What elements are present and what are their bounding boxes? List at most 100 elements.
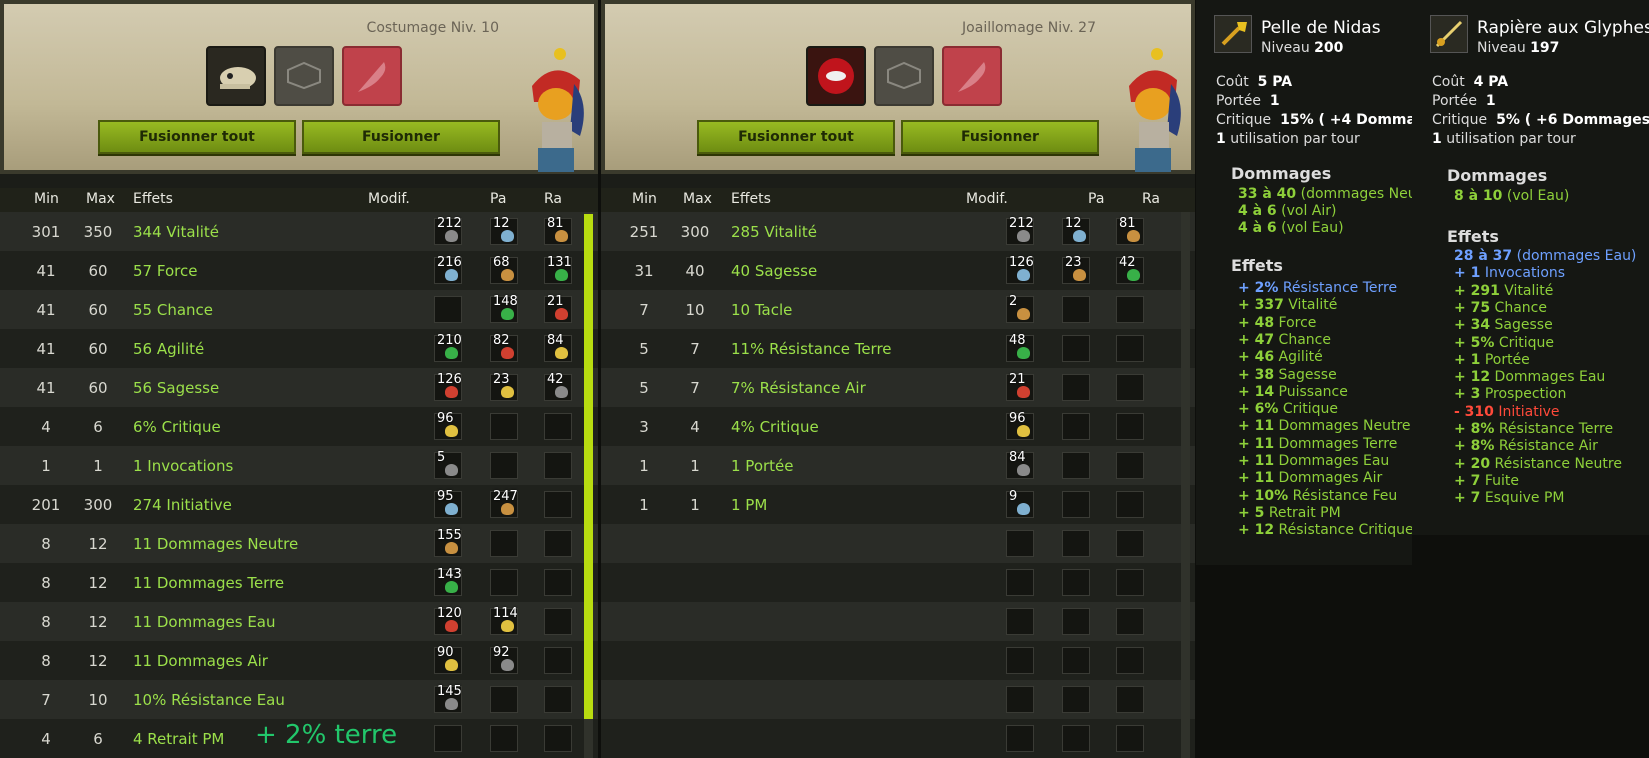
- rune-slot-pa[interactable]: 23: [490, 372, 518, 401]
- rune-slot-pa[interactable]: [1062, 452, 1090, 479]
- rune-slot-modif[interactable]: 143: [434, 567, 462, 596]
- rune-slot-pa[interactable]: 82: [490, 333, 518, 362]
- scrollbar-thumb[interactable]: [584, 214, 593, 719]
- rune-slot-modif[interactable]: 21: [1006, 372, 1034, 401]
- rune-slot-modif[interactable]: 90: [434, 645, 462, 674]
- rune-slot-pa[interactable]: [490, 686, 518, 713]
- fusion-button[interactable]: Fusionner: [302, 120, 500, 154]
- rune-slot-pa[interactable]: [490, 530, 518, 557]
- rune-slot-pa[interactable]: [1062, 608, 1090, 635]
- rune-slot-pa[interactable]: 68: [490, 255, 518, 284]
- rune-slot-ra[interactable]: 42: [1116, 255, 1144, 284]
- rune-slot-pa[interactable]: 23: [1062, 255, 1090, 284]
- rune-slot-ra[interactable]: 42: [544, 372, 572, 401]
- rune-slot-pa[interactable]: [1062, 569, 1090, 596]
- rune-slot-ra[interactable]: [1116, 725, 1144, 752]
- fusion-button[interactable]: Fusionner: [901, 120, 1099, 154]
- rune-slot-ra[interactable]: [544, 491, 572, 518]
- rune-slot-pa[interactable]: 148: [490, 294, 518, 323]
- rune-slot-modif[interactable]: [1006, 608, 1034, 635]
- item-slot-main[interactable]: [806, 46, 866, 106]
- rune-slot-ra[interactable]: [544, 608, 572, 635]
- rune-slot-ra[interactable]: [1116, 569, 1144, 596]
- rune-slot-ra[interactable]: [1116, 491, 1144, 518]
- rune-slot-modif[interactable]: 216: [434, 255, 462, 284]
- effect-line: + 14 Puissance: [1238, 383, 1348, 400]
- rune-slot-ra[interactable]: [1116, 296, 1144, 323]
- rune-slot-modif[interactable]: 126: [1006, 255, 1034, 284]
- rune-slot-pa[interactable]: 247: [490, 489, 518, 518]
- rune-slot-modif[interactable]: 96: [434, 411, 462, 440]
- rune-slot-modif[interactable]: 155: [434, 528, 462, 557]
- rune-slot-modif[interactable]: 126: [434, 372, 462, 401]
- rune-slot-modif[interactable]: 96: [1006, 411, 1034, 440]
- rune-slot-pa[interactable]: [1062, 686, 1090, 713]
- rune-slot-ra[interactable]: [544, 413, 572, 440]
- rune-slot-ra[interactable]: [1116, 686, 1144, 713]
- rune-slot-pa[interactable]: [1062, 725, 1090, 752]
- rune-slot-modif[interactable]: [434, 725, 462, 752]
- rune-slot-ra[interactable]: [1116, 452, 1144, 479]
- rune-slot-ra[interactable]: [1116, 647, 1144, 674]
- rune-slot-ra[interactable]: 81: [1116, 216, 1144, 245]
- rune-slot-pa[interactable]: [1062, 530, 1090, 557]
- rune-slot-ra[interactable]: [1116, 608, 1144, 635]
- header-ra: Ra: [544, 191, 562, 207]
- rune-slot-modif[interactable]: 48: [1006, 333, 1034, 362]
- fusion-all-button[interactable]: Fusionner tout: [98, 120, 296, 154]
- rune-slot-pa[interactable]: 12: [490, 216, 518, 245]
- rune-slot-pa[interactable]: [1062, 335, 1090, 362]
- rune-slot-modif[interactable]: 9: [1006, 489, 1034, 518]
- rune-slot-ra[interactable]: [1116, 374, 1144, 401]
- rune-slot-pa[interactable]: [490, 569, 518, 596]
- rune-slot-ra[interactable]: 21: [544, 294, 572, 323]
- rune-slot-ra[interactable]: 84: [544, 333, 572, 362]
- rune-slot-modif[interactable]: 2: [1006, 294, 1034, 323]
- rune-slot-ra[interactable]: [1116, 530, 1144, 557]
- rune-slot-ra[interactable]: [544, 725, 572, 752]
- rune-slot-modif[interactable]: [1006, 647, 1034, 674]
- rune-slot-modif[interactable]: 212: [434, 216, 462, 245]
- rune-slot-pa[interactable]: [1062, 647, 1090, 674]
- rune-slot-modif[interactable]: 84: [1006, 450, 1034, 479]
- rune-slot-modif[interactable]: 5: [434, 450, 462, 479]
- rune-slot-pa[interactable]: 92: [490, 645, 518, 674]
- rune-slot-modif[interactable]: 212: [1006, 216, 1034, 245]
- rune-slot-pa[interactable]: [1062, 491, 1090, 518]
- rune-slot-modif[interactable]: [1006, 569, 1034, 596]
- rune-slot-ra[interactable]: [1116, 413, 1144, 440]
- rune-slot-pa[interactable]: [1062, 374, 1090, 401]
- item-slot-feather[interactable]: [342, 46, 402, 106]
- shovel-icon: [1214, 15, 1252, 53]
- item-slot-runes[interactable]: [874, 46, 934, 106]
- effects-title: Effets: [1447, 227, 1499, 246]
- rune-slot-modif[interactable]: 120: [434, 606, 462, 635]
- item-slot-feather[interactable]: [942, 46, 1002, 106]
- rune-slot-modif[interactable]: 210: [434, 333, 462, 362]
- rune-slot-ra[interactable]: [544, 647, 572, 674]
- rune-slot-pa[interactable]: 12: [1062, 216, 1090, 245]
- rune-slot-pa[interactable]: [1062, 413, 1090, 440]
- rune-slot-ra[interactable]: [544, 686, 572, 713]
- rune-slot-modif[interactable]: 95: [434, 489, 462, 518]
- rune-slot-ra[interactable]: 81: [544, 216, 572, 245]
- rune-slot-pa[interactable]: [490, 452, 518, 479]
- rune-slot-ra[interactable]: 131: [544, 255, 572, 284]
- rune-slot-ra[interactable]: [544, 569, 572, 596]
- rune-slot-ra[interactable]: [544, 530, 572, 557]
- rune-slot-pa[interactable]: [490, 725, 518, 752]
- item-slot-runes[interactable]: [274, 46, 334, 106]
- rune-slot-pa[interactable]: [1062, 296, 1090, 323]
- rune-slot-modif[interactable]: 145: [434, 684, 462, 713]
- rune-slot-modif[interactable]: [434, 296, 462, 323]
- fusion-all-button[interactable]: Fusionner tout: [697, 120, 895, 154]
- scrollbar-track[interactable]: [1181, 212, 1190, 758]
- rune-slot-pa[interactable]: 114: [490, 606, 518, 635]
- rune-slot-ra[interactable]: [1116, 335, 1144, 362]
- rune-slot-modif[interactable]: [1006, 530, 1034, 557]
- rune-slot-pa[interactable]: [490, 413, 518, 440]
- rune-slot-modif[interactable]: [1006, 725, 1034, 752]
- rune-slot-ra[interactable]: [544, 452, 572, 479]
- item-slot-main[interactable]: [206, 46, 266, 106]
- rune-slot-modif[interactable]: [1006, 686, 1034, 713]
